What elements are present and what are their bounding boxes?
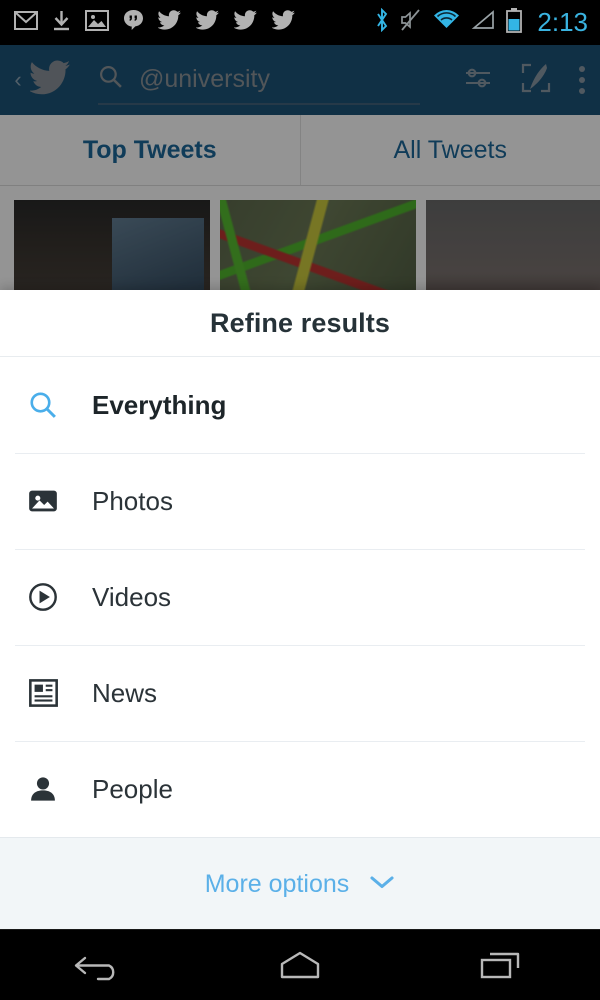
person-icon [26, 775, 60, 803]
twitter-icon-1 [157, 10, 182, 35]
refine-option-label: Everything [92, 389, 227, 420]
photo-icon [26, 488, 60, 514]
play-circle-icon [26, 582, 60, 612]
compose-icon[interactable] [520, 63, 552, 98]
gmail-icon [14, 10, 38, 35]
back-chevron-icon[interactable]: ‹ [8, 69, 28, 91]
news-icon [26, 679, 60, 707]
refine-option-label: Photos [92, 485, 173, 516]
hangouts-icon [123, 9, 144, 36]
status-bar-clock: 2:13 [537, 7, 588, 37]
refine-option-label: Videos [92, 581, 172, 612]
twitter-bird-icon[interactable] [28, 60, 72, 100]
signal-icon [471, 10, 495, 35]
tab-top-tweets[interactable]: Top Tweets [0, 115, 300, 185]
dialog-title: Refine results [210, 307, 390, 338]
search-icon [26, 390, 60, 420]
refine-option-label: News [92, 677, 158, 708]
search-icon [98, 64, 123, 94]
refine-results-dialog: Refine results Everything Photos Videos [0, 290, 600, 930]
tab-all-tweets[interactable]: All Tweets [299, 115, 600, 185]
refine-options-list: Everything Photos Videos News People [0, 357, 600, 837]
tune-icon[interactable] [464, 65, 494, 96]
refine-option-videos[interactable]: Videos [0, 549, 600, 645]
photo-icon [85, 9, 109, 36]
more-options-label: More options [204, 869, 350, 898]
overflow-menu-icon[interactable] [578, 66, 586, 94]
nav-home-button[interactable] [200, 930, 400, 1000]
chevron-down-icon [369, 874, 395, 895]
twitter-icon-3 [233, 10, 258, 35]
phone-screen: 2:13 ‹ @university Top Tweets All Tweets… [0, 0, 600, 1000]
android-navigation-bar [0, 929, 600, 1000]
refine-option-photos[interactable]: Photos [0, 453, 600, 549]
nav-recents-button[interactable] [400, 930, 600, 1000]
search-tabs: Top Tweets All Tweets [0, 115, 600, 186]
wifi-icon [433, 10, 460, 35]
refine-option-people[interactable]: People [0, 741, 600, 837]
battery-icon [506, 7, 523, 38]
search-input-value: @university [139, 64, 270, 93]
status-bar: 2:13 [0, 0, 600, 45]
refine-option-news[interactable]: News [0, 645, 600, 741]
twitter-icon-2 [195, 10, 220, 35]
nav-back-button[interactable] [0, 930, 200, 1000]
search-input[interactable]: @university [98, 55, 420, 105]
refine-option-label: People [92, 773, 173, 804]
refine-option-everything[interactable]: Everything [0, 357, 600, 453]
mute-icon [400, 8, 422, 37]
more-options-button[interactable]: More options [0, 837, 600, 930]
status-bar-system-icons: 2:13 [375, 7, 588, 38]
bluetooth-icon [375, 7, 389, 37]
download-icon [52, 10, 71, 36]
twitter-icon-4 [271, 10, 296, 35]
twitter-action-bar: ‹ @university [0, 45, 600, 115]
status-bar-notification-icons [14, 9, 375, 36]
